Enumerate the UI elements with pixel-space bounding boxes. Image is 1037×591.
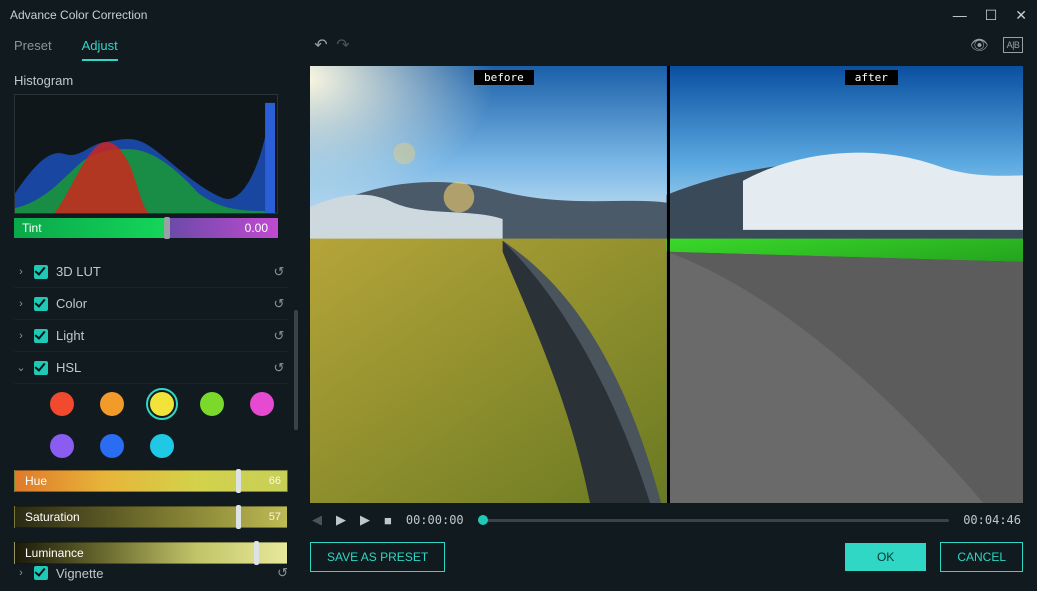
titlebar: Advance Color Correction — ☐ ✕	[0, 0, 1037, 30]
cancel-button[interactable]: CANCEL	[940, 542, 1023, 572]
after-label: after	[845, 70, 898, 85]
group-3dlut[interactable]: › 3D LUT ↺	[14, 256, 288, 288]
checkbox-hsl[interactable]	[34, 361, 48, 375]
hue-value: 66	[269, 475, 281, 487]
hsl-swatches	[14, 384, 288, 468]
saturation-value: 57	[269, 511, 281, 523]
group-hsl[interactable]: ⌄ HSL ↺	[14, 352, 288, 384]
chevron-down-icon[interactable]: ⌄	[14, 361, 28, 374]
slider-handle[interactable]	[236, 505, 241, 529]
swatch-purple[interactable]	[50, 434, 74, 458]
hue-label: Hue	[25, 474, 47, 488]
reset-icon[interactable]: ↺	[277, 565, 288, 581]
hue-slider[interactable]: Hue 66	[14, 468, 288, 494]
tab-preset[interactable]: Preset	[14, 38, 52, 61]
group-light-label: Light	[56, 328, 270, 343]
maximize-icon[interactable]: ☐	[985, 7, 998, 24]
luminance-label: Luminance	[25, 546, 84, 560]
before-label: before	[474, 70, 534, 85]
checkbox-color[interactable]	[34, 297, 48, 311]
play-icon[interactable]: ▶	[336, 512, 346, 528]
chevron-right-icon[interactable]: ›	[14, 567, 28, 579]
group-3dlut-label: 3D LUT	[56, 264, 270, 279]
reset-icon[interactable]: ↺	[270, 328, 288, 344]
group-light[interactable]: › Light ↺	[14, 320, 288, 352]
swatch-cyan[interactable]	[150, 434, 174, 458]
chevron-right-icon[interactable]: ›	[14, 266, 28, 278]
group-vignette[interactable]: › Vignette ↺	[14, 561, 288, 585]
window-controls: — ☐ ✕	[953, 7, 1027, 24]
transport-bar: ◀ ▶ ▶ ■ 00:00:00 00:04:46	[310, 503, 1023, 537]
group-color[interactable]: › Color ↺	[14, 288, 288, 320]
histogram	[14, 94, 278, 214]
checkbox-vignette[interactable]	[34, 566, 48, 580]
group-color-label: Color	[56, 296, 270, 311]
sidebar: Preset Adjust Histogram Tint 0.00 › 3D L…	[0, 30, 300, 591]
before-after-divider[interactable]	[667, 66, 670, 503]
window-title: Advance Color Correction	[10, 8, 147, 22]
chevron-right-icon[interactable]: ›	[14, 330, 28, 342]
reset-icon[interactable]: ↺	[270, 360, 288, 376]
tint-value: 0.00	[245, 221, 268, 235]
swatch-yellow[interactable]	[150, 392, 174, 416]
group-hsl-label: HSL	[56, 360, 270, 375]
undo-icon[interactable]: ↶	[310, 35, 332, 55]
eye-icon[interactable]: 👁	[970, 36, 989, 54]
redo-icon[interactable]: ↷	[332, 35, 354, 55]
time-duration: 00:04:46	[963, 513, 1021, 527]
tab-adjust[interactable]: Adjust	[82, 38, 118, 61]
swatch-blue[interactable]	[100, 434, 124, 458]
preview-area: before after	[310, 66, 1023, 503]
swatch-green[interactable]	[200, 392, 224, 416]
prev-frame-icon[interactable]: ◀	[312, 512, 322, 528]
time-current: 00:00:00	[406, 513, 464, 527]
swatch-magenta[interactable]	[250, 392, 274, 416]
timeline-track[interactable]	[478, 519, 950, 522]
reset-icon[interactable]: ↺	[270, 296, 288, 312]
checkbox-3dlut[interactable]	[34, 265, 48, 279]
compare-ab-icon[interactable]: A|B	[1003, 37, 1023, 53]
minimize-icon[interactable]: —	[953, 7, 967, 24]
tint-slider[interactable]: Tint 0.00	[14, 218, 278, 238]
ok-button[interactable]: OK	[845, 543, 926, 571]
stop-icon[interactable]: ■	[384, 513, 392, 528]
tint-label: Tint	[22, 221, 42, 235]
playhead[interactable]	[478, 515, 488, 525]
swatch-red[interactable]	[50, 392, 74, 416]
checkbox-light[interactable]	[34, 329, 48, 343]
histogram-label: Histogram	[14, 73, 288, 88]
rightpane: ↶ ↷ 👁 A|B	[300, 30, 1037, 591]
chevron-right-icon[interactable]: ›	[14, 298, 28, 310]
reset-icon[interactable]: ↺	[270, 264, 288, 280]
sidebar-scrollbar[interactable]	[294, 310, 298, 430]
save-as-preset-button[interactable]: SAVE AS PRESET	[310, 542, 445, 572]
sidebar-tabs: Preset Adjust	[14, 38, 288, 61]
close-icon[interactable]: ✕	[1015, 7, 1027, 24]
group-vignette-label: Vignette	[56, 566, 277, 581]
footer: SAVE AS PRESET OK CANCEL	[310, 537, 1023, 577]
slider-handle[interactable]	[236, 469, 241, 493]
saturation-label: Saturation	[25, 510, 80, 524]
preview-toolbar: ↶ ↷ 👁 A|B	[310, 30, 1023, 60]
saturation-slider[interactable]: Saturation 57	[14, 504, 288, 530]
swatch-orange[interactable]	[100, 392, 124, 416]
next-frame-icon[interactable]: ▶	[360, 512, 370, 528]
